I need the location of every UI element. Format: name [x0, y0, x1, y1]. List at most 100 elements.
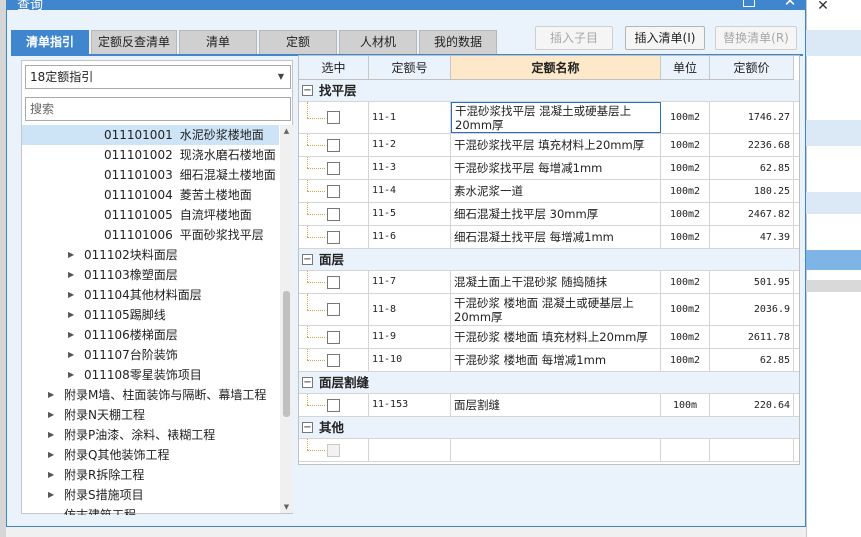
price-cell[interactable]: 180.25 — [710, 180, 794, 202]
scroll-down-icon[interactable]: ▼ — [280, 501, 293, 513]
name-cell[interactable]: 细石混凝土找平层 每增减1mm — [451, 226, 661, 248]
tab-quota[interactable]: 定额 — [259, 30, 337, 54]
price-cell[interactable]: 501.95 — [710, 271, 794, 293]
table-row[interactable]: 11-6 细石混凝土找平层 每增减1mm 100m2 47.39 — [299, 226, 799, 249]
tree-item[interactable]: ▶ 011105踢脚线 — [22, 305, 279, 325]
table-row[interactable]: 11-1 干混砂浆找平层 混凝土或硬基层上 20mm厚 100m2 1746.27 — [299, 102, 799, 134]
insert-list-button[interactable]: 插入清单(I) — [625, 26, 705, 50]
expand-arrow-icon[interactable]: ▶ — [68, 265, 74, 285]
unit-cell[interactable]: 100m2 — [661, 294, 710, 325]
close-icon[interactable]: ✕ — [779, 0, 801, 10]
group-row[interactable]: − 面层 — [299, 249, 799, 271]
expand-arrow-icon[interactable]: ▶ — [68, 245, 74, 265]
tab-labor-material-machine[interactable]: 人材机 — [339, 30, 417, 54]
expand-arrow-icon[interactable]: ▶ — [68, 285, 74, 305]
maximize-icon[interactable] — [743, 0, 755, 7]
table-row[interactable] — [299, 439, 799, 462]
row-checkbox[interactable] — [327, 207, 340, 221]
name-cell[interactable]: 干混砂浆 楼地面 每增减1mm — [451, 349, 661, 371]
replace-list-button[interactable]: 替换清单(R) — [715, 26, 797, 50]
unit-cell[interactable]: 100m2 — [661, 203, 710, 225]
chevron-down-icon[interactable]: ▼ — [278, 66, 284, 88]
name-cell[interactable] — [451, 439, 661, 461]
price-cell[interactable] — [710, 439, 794, 461]
scroll-thumb[interactable] — [283, 291, 290, 417]
tree-item[interactable]: 011101002 现浇水磨石楼地面 — [22, 145, 279, 165]
row-checkbox[interactable] — [327, 111, 340, 124]
price-cell[interactable]: 62.85 — [710, 157, 794, 179]
expand-arrow-icon[interactable]: ▶ — [48, 425, 54, 445]
row-checkbox[interactable] — [327, 330, 340, 344]
price-cell[interactable]: 220.64 — [710, 394, 794, 416]
expand-arrow-icon[interactable]: ▶ — [68, 325, 74, 345]
unit-cell[interactable]: 100m2 — [661, 180, 710, 202]
expand-arrow-icon[interactable]: ▶ — [48, 485, 54, 505]
expand-arrow-icon[interactable]: ▶ — [68, 305, 74, 325]
tree-item[interactable]: ▶ 011108零星装饰项目 — [22, 365, 279, 385]
insert-child-button[interactable]: 插入子目 — [535, 26, 613, 50]
table-row[interactable]: 11-10 干混砂浆 楼地面 每增减1mm 100m2 62.85 — [299, 349, 799, 372]
expand-arrow-icon[interactable]: ▶ — [68, 345, 74, 365]
tree-item[interactable]: ▶ 011102块料面层 — [22, 245, 279, 265]
name-cell[interactable]: 混凝土面上干混砂浆 随捣随抹 — [451, 271, 661, 293]
expand-arrow-icon[interactable]: ▶ — [48, 465, 54, 485]
header-name[interactable]: 定额名称 — [451, 56, 661, 80]
collapse-icon[interactable]: − — [302, 254, 313, 265]
tree-item[interactable]: ▶ 011104其他材料面层 — [22, 285, 279, 305]
tree-item[interactable]: 仿古建筑工程 — [22, 505, 279, 515]
expand-arrow-icon[interactable]: ▶ — [68, 365, 74, 385]
tree-item[interactable]: ▶ 011107台阶装饰 — [22, 345, 279, 365]
tab-list[interactable]: 清单 — [179, 30, 257, 54]
tree-item[interactable]: ▶ 附录R拆除工程 — [22, 465, 279, 485]
price-cell[interactable]: 47.39 — [710, 226, 794, 248]
code-cell[interactable]: 11-153 — [369, 394, 451, 416]
table-row[interactable]: 11-4 素水泥浆一道 100m2 180.25 — [299, 180, 799, 203]
unit-cell[interactable]: 100m2 — [661, 102, 710, 133]
unit-cell[interactable]: 100m2 — [661, 326, 710, 348]
name-cell[interactable]: 干混砂浆找平层 混凝土或硬基层上 20mm厚 — [451, 102, 661, 133]
tree-item[interactable]: 011101005 自流坪楼地面 — [22, 205, 279, 225]
search-input[interactable] — [25, 97, 291, 121]
tree-item[interactable]: 011101004 菱苦土楼地面 — [22, 185, 279, 205]
table-row[interactable]: 11-8 干混砂浆 楼地面 混凝土或硬基层上 20mm厚 100m2 2036.9 — [299, 294, 799, 326]
name-cell[interactable]: 干混砂浆找平层 填充材料上20mm厚 — [451, 134, 661, 156]
code-cell[interactable]: 11-10 — [369, 349, 451, 371]
tree-item[interactable]: ▶ 附录P油漆、涂料、裱糊工程 — [22, 425, 279, 445]
tab-my-data[interactable]: 我的数据 — [419, 30, 497, 54]
price-cell[interactable]: 2611.78 — [710, 326, 794, 348]
unit-cell[interactable]: 100m2 — [661, 157, 710, 179]
group-row[interactable]: − 找平层 — [299, 80, 799, 102]
header-code[interactable]: 定额号 — [369, 56, 451, 80]
code-cell[interactable]: 11-9 — [369, 326, 451, 348]
row-checkbox[interactable] — [327, 138, 340, 152]
code-cell[interactable]: 11-1 — [369, 102, 451, 133]
price-cell[interactable]: 62.85 — [710, 349, 794, 371]
tab-quota-reverse-lookup[interactable]: 定额反查清单 — [91, 30, 177, 54]
table-row[interactable]: 11-3 干混砂浆找平层 每增减1mm 100m2 62.85 — [299, 157, 799, 180]
tree-item[interactable]: 011101001 水泥砂浆楼地面 — [22, 125, 279, 145]
name-cell[interactable]: 干混砂浆找平层 每增减1mm — [451, 157, 661, 179]
group-row[interactable]: − 其他 — [299, 417, 799, 439]
row-checkbox[interactable] — [327, 353, 340, 367]
unit-cell[interactable]: 100m2 — [661, 134, 710, 156]
code-cell[interactable] — [369, 439, 451, 461]
name-cell[interactable]: 干混砂浆 楼地面 混凝土或硬基层上 20mm厚 — [451, 294, 661, 325]
row-checkbox[interactable] — [327, 275, 340, 289]
tree-item[interactable]: ▶ 附录M墙、柱面装饰与隔断、幕墙工程 — [22, 385, 279, 405]
tree-item[interactable]: 011101003 细石混凝土楼地面 — [22, 165, 279, 185]
code-cell[interactable]: 11-5 — [369, 203, 451, 225]
table-row[interactable]: 11-153 面层割缝 100m 220.64 — [299, 394, 799, 417]
table-row[interactable]: 11-7 混凝土面上干混砂浆 随捣随抹 100m2 501.95 — [299, 271, 799, 294]
tree-item[interactable]: ▶ 011106楼梯面层 — [22, 325, 279, 345]
row-checkbox[interactable] — [327, 443, 340, 457]
collapse-icon[interactable]: − — [302, 85, 313, 96]
tab-list-guide[interactable]: 清单指引 — [11, 30, 89, 54]
row-checkbox[interactable] — [327, 184, 340, 198]
table-row[interactable]: 11-5 细石混凝土找平层 30mm厚 100m2 2467.82 — [299, 203, 799, 226]
collapse-icon[interactable]: − — [302, 377, 313, 388]
tree-item[interactable]: 011101006 平面砂浆找平层 — [22, 225, 279, 245]
row-checkbox[interactable] — [327, 230, 340, 244]
tree-item[interactable]: ▶ 附录Q其他装饰工程 — [22, 445, 279, 465]
unit-cell[interactable]: 100m — [661, 394, 710, 416]
price-cell[interactable]: 2236.68 — [710, 134, 794, 156]
